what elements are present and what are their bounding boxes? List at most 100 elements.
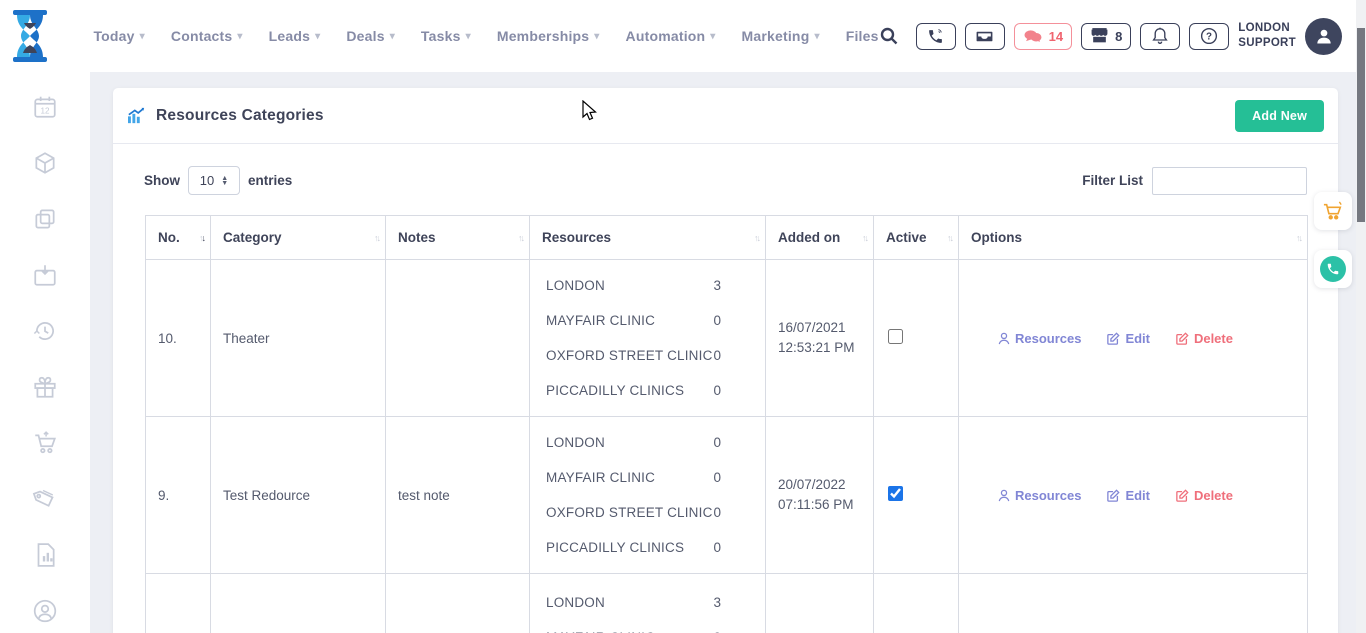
- cell-options: [959, 574, 1308, 633]
- delete-link[interactable]: Delete: [1176, 331, 1233, 346]
- nav-item-leads[interactable]: Leads▾: [269, 28, 321, 44]
- store-button[interactable]: 8: [1081, 23, 1131, 50]
- add-new-button[interactable]: Add New: [1235, 100, 1324, 132]
- page-size-value: 10: [200, 173, 214, 188]
- page-size-select[interactable]: 10 ▲▼: [188, 166, 240, 195]
- spinner-arrows-icon: ▲▼: [221, 176, 228, 186]
- nav-item-files[interactable]: Files: [846, 28, 879, 44]
- report-icon[interactable]: [32, 542, 58, 568]
- nav-label: Deals: [346, 28, 384, 44]
- nav-item-memberships[interactable]: Memberships▾: [497, 28, 600, 44]
- main-menu: Today▾ Contacts▾ Leads▾ Deals ▾ Tasks ▾ Me…: [93, 28, 878, 44]
- chevron-down-icon: ▾: [814, 31, 819, 42]
- cell-category: Test Redource: [211, 417, 386, 574]
- phone-calls-button[interactable]: [916, 23, 956, 50]
- column-header-notes[interactable]: Notes↑↓: [386, 216, 530, 260]
- phone-icon: [927, 28, 944, 45]
- nav-label: Tasks: [421, 28, 461, 44]
- cell-no: 9.: [146, 417, 211, 574]
- main-content: Resources Categories Add New Show 10 ▲▼ …: [90, 72, 1356, 633]
- edit-link[interactable]: Edit: [1107, 331, 1150, 346]
- edit-link[interactable]: Edit: [1107, 488, 1150, 503]
- show-label: Show: [144, 173, 180, 188]
- search-icon[interactable]: [879, 26, 899, 46]
- store-icon: [1090, 28, 1109, 44]
- resource-line: LONDON0: [546, 425, 765, 460]
- hourglass-logo-icon: [7, 9, 53, 63]
- archive-in-icon[interactable]: [32, 262, 58, 288]
- cell-added-on: 16/07/202112:53:21 PM: [766, 260, 874, 417]
- help-button[interactable]: ?: [1189, 23, 1229, 50]
- nav-item-marketing[interactable]: Marketing▾: [742, 28, 820, 44]
- nav-item-contacts[interactable]: Contacts▾: [171, 28, 243, 44]
- app-logo[interactable]: [0, 9, 59, 63]
- navbar-actions: 14 8 ? LONDON SUPPORT: [879, 18, 1356, 55]
- nav-label: Memberships: [497, 28, 589, 44]
- svg-text:12: 12: [40, 107, 50, 116]
- edit-icon: [1107, 332, 1120, 345]
- column-header-no[interactable]: No.↑↓: [146, 216, 211, 260]
- column-header-category[interactable]: Category↑↓: [211, 216, 386, 260]
- cell-notes: [386, 260, 530, 417]
- floating-cart-button[interactable]: [1314, 192, 1352, 230]
- top-navbar: Today▾ Contacts▾ Leads▾ Deals ▾ Tasks ▾ Me…: [0, 0, 1356, 72]
- chevron-down-icon: ▾: [140, 31, 145, 42]
- copy-icon[interactable]: [32, 206, 58, 232]
- page-scrollbar: [1356, 0, 1366, 633]
- filter-input[interactable]: [1152, 167, 1307, 195]
- chevron-down-icon: ▾: [390, 31, 395, 42]
- svg-text:?: ?: [1206, 32, 1212, 43]
- filter-section: Filter List: [1082, 167, 1307, 195]
- calendar-icon[interactable]: 12: [32, 94, 58, 120]
- cell-options: Resources Edit Delete: [959, 417, 1308, 574]
- delete-icon: [1176, 489, 1189, 502]
- chevron-down-icon: ▾: [466, 31, 471, 42]
- user-avatar[interactable]: [1305, 18, 1342, 55]
- nav-item-today[interactable]: Today▾: [93, 28, 144, 44]
- resources-link[interactable]: Resources: [998, 488, 1081, 503]
- resource-line: LONDON3: [546, 268, 765, 303]
- resource-line: MAYFAIR CLINIC0: [546, 303, 765, 338]
- column-header-resources[interactable]: Resources↑↓: [530, 216, 766, 260]
- active-checkbox[interactable]: [888, 329, 903, 344]
- sort-icon: ↑↓: [518, 233, 523, 243]
- column-header-added-on[interactable]: Added on↑↓: [766, 216, 874, 260]
- sort-icon: ↑↓: [1296, 233, 1301, 243]
- tags-icon[interactable]: [28, 482, 61, 515]
- floating-phone-button[interactable]: [1314, 250, 1352, 288]
- user-name: LONDON SUPPORT: [1238, 21, 1296, 51]
- table-row: LONDON3 MAYFAIR CLINIC0: [146, 574, 1308, 633]
- notifications-button[interactable]: [1140, 23, 1180, 50]
- cell-resources: LONDON3 MAYFAIR CLINIC0 OXFORD STREET CL…: [530, 260, 766, 417]
- gift-icon[interactable]: [32, 374, 58, 400]
- cart-icon[interactable]: [32, 430, 58, 456]
- scrollbar-thumb[interactable]: [1357, 28, 1365, 222]
- nav-item-tasks[interactable]: Tasks ▾: [421, 28, 471, 44]
- chat-messages-button[interactable]: 14: [1014, 23, 1072, 50]
- sort-icon: ↑↓: [862, 233, 867, 243]
- phone-circle-icon: [1320, 256, 1346, 282]
- cell-no: [146, 574, 211, 633]
- history-icon[interactable]: [32, 318, 58, 344]
- sort-icon: ↑↓: [947, 233, 952, 243]
- table-header-row: No.↑↓ Category↑↓ Notes↑↓ Resources↑↓ Add…: [146, 216, 1308, 260]
- account-icon[interactable]: [32, 598, 58, 624]
- table-controls: Show 10 ▲▼ entries Filter List: [113, 144, 1338, 213]
- column-header-active[interactable]: Active↑↓: [874, 216, 959, 260]
- person-icon: [998, 332, 1010, 345]
- cell-added-on: 20/07/202207:11:56 PM: [766, 417, 874, 574]
- sort-icon: ↑↓: [199, 233, 204, 243]
- inbox-button[interactable]: [965, 23, 1005, 50]
- table-row: 10. Theater LONDON3 MAYFAIR CLINIC0 OXFO…: [146, 260, 1308, 417]
- active-checkbox[interactable]: [888, 486, 903, 501]
- nav-item-deals[interactable]: Deals ▾: [346, 28, 395, 44]
- person-icon: [1314, 26, 1334, 46]
- delete-link[interactable]: Delete: [1176, 488, 1233, 503]
- nav-item-automation[interactable]: Automation▾: [626, 28, 716, 44]
- chart-icon: [127, 107, 146, 124]
- cell-active: [874, 417, 959, 574]
- column-header-options[interactable]: Options↑↓: [959, 216, 1308, 260]
- cube-icon[interactable]: [32, 150, 58, 176]
- resources-link[interactable]: Resources: [998, 331, 1081, 346]
- resources-categories-card: Resources Categories Add New Show 10 ▲▼ …: [113, 88, 1338, 633]
